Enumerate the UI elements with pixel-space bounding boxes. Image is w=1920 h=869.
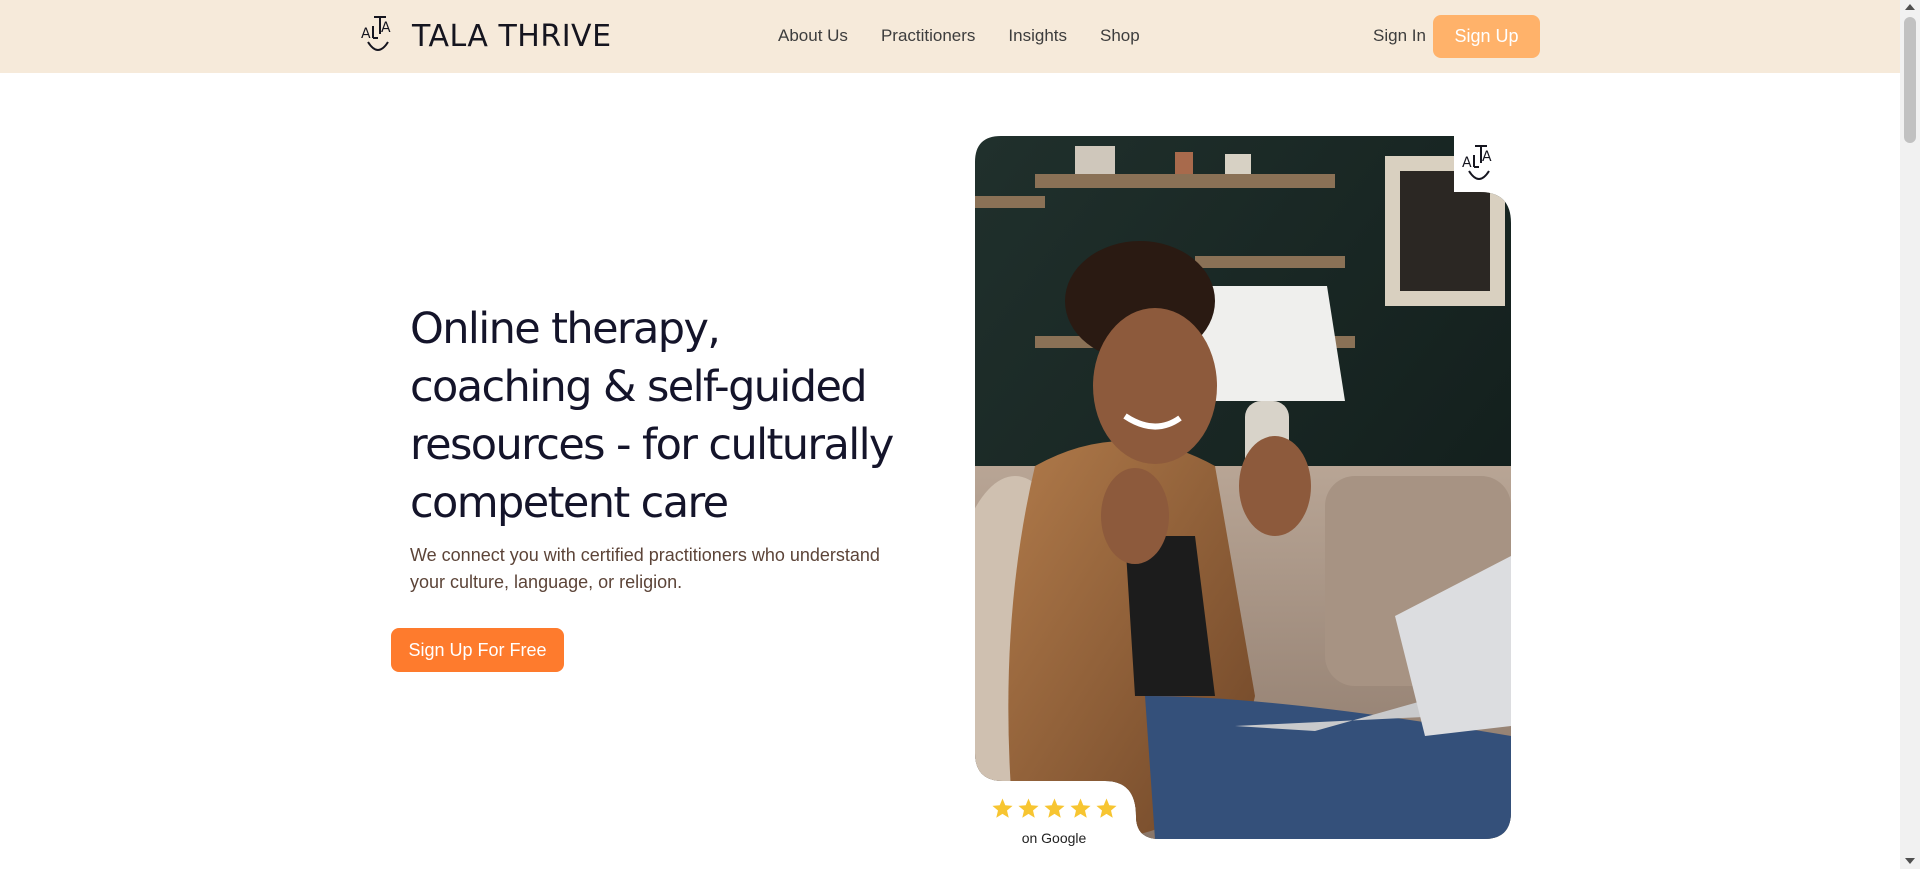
- scroll-down-arrow-icon[interactable]: [1905, 858, 1915, 864]
- svg-text:A: A: [1482, 149, 1492, 165]
- tala-logo-icon: A A: [1462, 145, 1492, 180]
- hero-subtitle: We connect you with certified practition…: [410, 545, 880, 592]
- hero-title: Online therapy, coaching & self-guided r…: [410, 300, 900, 532]
- hero-title-line: coaching & self-guided: [410, 362, 868, 412]
- brand-name: TALA THRIVE: [412, 18, 612, 54]
- sign-up-free-button[interactable]: Sign Up For Free: [391, 628, 564, 672]
- nav-insights[interactable]: Insights: [1008, 26, 1067, 46]
- sign-up-button[interactable]: Sign Up: [1433, 15, 1540, 58]
- hero-title-line: resources - for culturally: [410, 420, 894, 470]
- star-icon: [1043, 798, 1065, 818]
- scroll-up-arrow-icon[interactable]: [1905, 4, 1915, 10]
- main-nav: About Us Practitioners Insights Shop: [778, 26, 1173, 46]
- scroll-thumb[interactable]: [1904, 17, 1916, 143]
- svg-text:A: A: [381, 20, 391, 36]
- svg-text:A: A: [1462, 155, 1472, 171]
- tala-logo-icon: A A: [361, 16, 391, 51]
- star-icon: [991, 798, 1013, 818]
- photo-badge-logo: A A: [1460, 143, 1498, 191]
- hero-title-line: Online therapy,: [410, 304, 721, 354]
- hero-photo: [975, 136, 1511, 839]
- google-rating: on Google: [975, 781, 1133, 846]
- nav-practitioners[interactable]: Practitioners: [881, 26, 975, 46]
- page-scrollbar[interactable]: [1900, 0, 1920, 869]
- brand-logo[interactable]: A A TALA THRIVE: [360, 14, 612, 58]
- site-header: A A TALA THRIVE About Us Practitioners I…: [0, 0, 1900, 73]
- svg-text:A: A: [361, 26, 371, 42]
- star-icon: [1017, 798, 1039, 818]
- star-icon: [1095, 798, 1117, 818]
- nav-shop[interactable]: Shop: [1100, 26, 1140, 46]
- hero-title-line: competent care: [410, 478, 729, 528]
- nav-about-us[interactable]: About Us: [778, 26, 848, 46]
- sign-in-link[interactable]: Sign In: [1373, 26, 1426, 46]
- star-icon: [1069, 798, 1091, 818]
- rating-stars: [975, 797, 1133, 820]
- rating-source-text: on Google: [1021, 830, 1087, 846]
